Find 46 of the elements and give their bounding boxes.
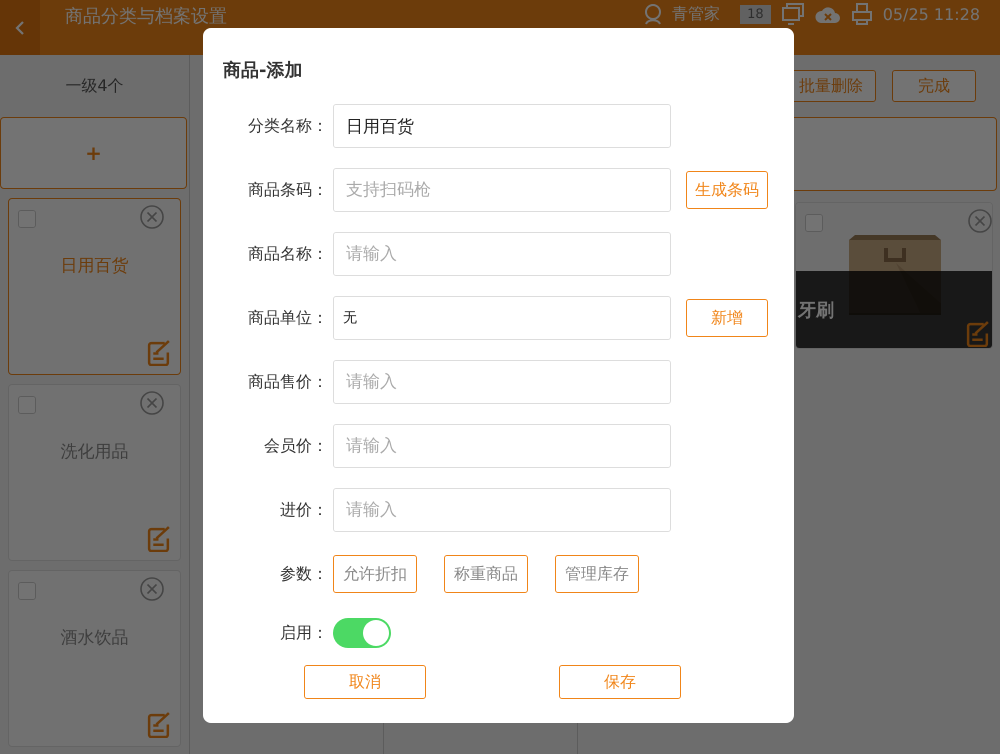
add-category-button[interactable]: + [0, 117, 187, 189]
input-field[interactable]: 无 [333, 296, 671, 340]
input-field[interactable]: 日用百货 [333, 104, 671, 148]
option-button[interactable]: 称重商品 [444, 555, 528, 593]
field-label: 商品单位： [247, 308, 328, 328]
category-name: 日用百货 [60, 255, 128, 276]
edit-icon [965, 321, 991, 347]
cancel-button[interactable]: 取消 [304, 665, 426, 699]
field-label: 会员价： [263, 436, 328, 456]
field-label: 商品售价： [247, 372, 328, 392]
field-action-button[interactable]: 新增 [686, 299, 768, 337]
edit-icon [146, 526, 172, 552]
user-icon [644, 4, 662, 24]
input-field[interactable]: 请输入 [333, 424, 671, 468]
done-button[interactable]: 完成 [892, 70, 976, 102]
user-name: 青管家 [672, 4, 720, 24]
level-count: 一级4个 [65, 74, 124, 96]
page-title: 商品分类与档案设置 [65, 5, 228, 28]
input-field[interactable]: 支持扫码枪 [333, 168, 671, 212]
back-button[interactable] [0, 0, 40, 55]
edit-icon [146, 712, 172, 738]
dialog-title: 商品-添加 [223, 59, 304, 82]
close-icon [140, 205, 164, 229]
save-button[interactable]: 保存 [559, 665, 681, 699]
date-time: 05/25 11:28 [882, 4, 980, 24]
field-action-button[interactable]: 生成条码 [686, 171, 768, 209]
option-button[interactable]: 允许折扣 [333, 555, 417, 593]
field-label: 商品名称： [247, 244, 328, 264]
field-label: 参数： [279, 564, 328, 584]
input-field[interactable]: 请输入 [333, 232, 671, 276]
option-button[interactable]: 管理库存 [555, 555, 639, 593]
input-field[interactable]: 请输入 [333, 360, 671, 404]
category-card[interactable]: 日用百货 [8, 198, 181, 375]
toggle-switch[interactable] [333, 618, 391, 648]
close-icon [140, 577, 164, 601]
field-label: 商品条码： [247, 180, 328, 200]
product-card[interactable]: 牙刷 [795, 202, 993, 349]
printer-icon [850, 2, 873, 26]
field-label: 启用： [279, 622, 328, 644]
field-label: 分类名称： [247, 116, 328, 136]
edit-icon [146, 340, 172, 366]
close-icon [968, 209, 992, 233]
product-name: 牙刷 [798, 299, 834, 322]
field-label: 进价： [279, 500, 328, 520]
close-icon [140, 391, 164, 415]
input-field[interactable]: 请输入 [333, 488, 671, 532]
